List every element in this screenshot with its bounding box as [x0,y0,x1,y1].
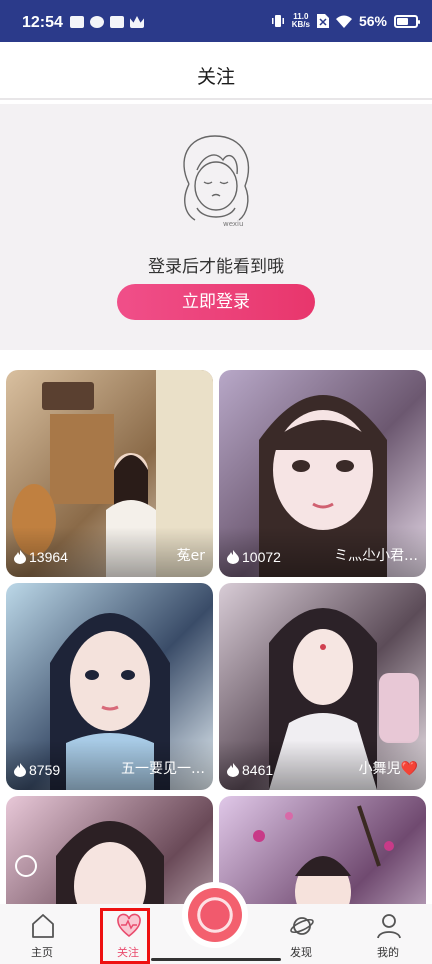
card-host-name: 菟er [176,548,205,564]
vibrate-icon [271,15,284,27]
planet-icon [290,917,314,935]
fire-icon [227,763,239,777]
status-bar: 12:54 11.0 KB/s 56% [0,0,432,42]
login-prompt: wexiu 登录后才能看到哦 立即登录 [0,104,432,350]
network-speed: 11.0 KB/s [292,13,310,29]
notification-icons [70,16,144,28]
user-icon [377,914,401,939]
status-right: 11.0 KB/s 56% [271,13,420,29]
card-host-name: 小舞児❤️ [358,761,418,777]
stream-card[interactable]: 8759 五一要见一… [6,583,213,790]
home-icon [32,914,54,938]
gesture-bar[interactable] [151,958,281,961]
card-host-name: ミ灬尐小君… [334,548,418,564]
girl-illustration: wexiu [183,135,250,228]
fire-icon [227,550,239,564]
battery-icon [394,14,420,28]
no-sim-icon [316,14,329,28]
stream-card[interactable]: 10072 ミ灬尐小君… [219,370,426,577]
fire-icon [14,763,26,777]
nav-mine-label: 我的 [377,946,399,959]
card-host-name: 五一要见一… [121,761,205,777]
mail-icon [70,16,84,28]
card-heat-value: 10072 [242,549,281,565]
selection-highlight [100,908,150,964]
stream-card[interactable]: 13964 菟er [6,370,213,577]
network-speed-unit: KB/s [291,20,310,29]
nav-mine[interactable]: 我的 [358,904,418,964]
card-heat-value: 13964 [29,549,68,565]
wifi-icon [335,15,352,28]
nav-discover[interactable]: 发现 [271,904,331,964]
nav-home-label: 主页 [31,946,53,959]
card-heat-value: 8461 [242,762,274,778]
crown-icon [130,16,144,28]
login-tip: 登录后才能看到哦 [148,257,284,277]
camera-lens-icon [188,888,242,942]
gallery-icon [110,16,124,28]
go-live-button[interactable] [184,884,246,946]
card-heat-value: 8759 [29,762,61,778]
nav-home[interactable]: 主页 [12,904,72,964]
battery-percent: 56% [358,13,387,29]
app-notification-icon [90,16,104,28]
page-title: 关注 [196,66,235,88]
card-heat: 10072 [227,549,281,565]
login-button[interactable]: 立即登录 [117,284,315,320]
card-heat: 8759 [14,762,60,778]
fire-icon [14,550,26,564]
illustration-signature: wexiu [223,220,243,228]
stream-card[interactable]: 8461 小舞児❤️ [219,583,426,790]
page-header: 关注 [0,42,432,100]
status-time: 12:54 [22,14,63,31]
card-heat: 13964 [14,549,68,565]
card-heat: 8461 [227,762,273,778]
